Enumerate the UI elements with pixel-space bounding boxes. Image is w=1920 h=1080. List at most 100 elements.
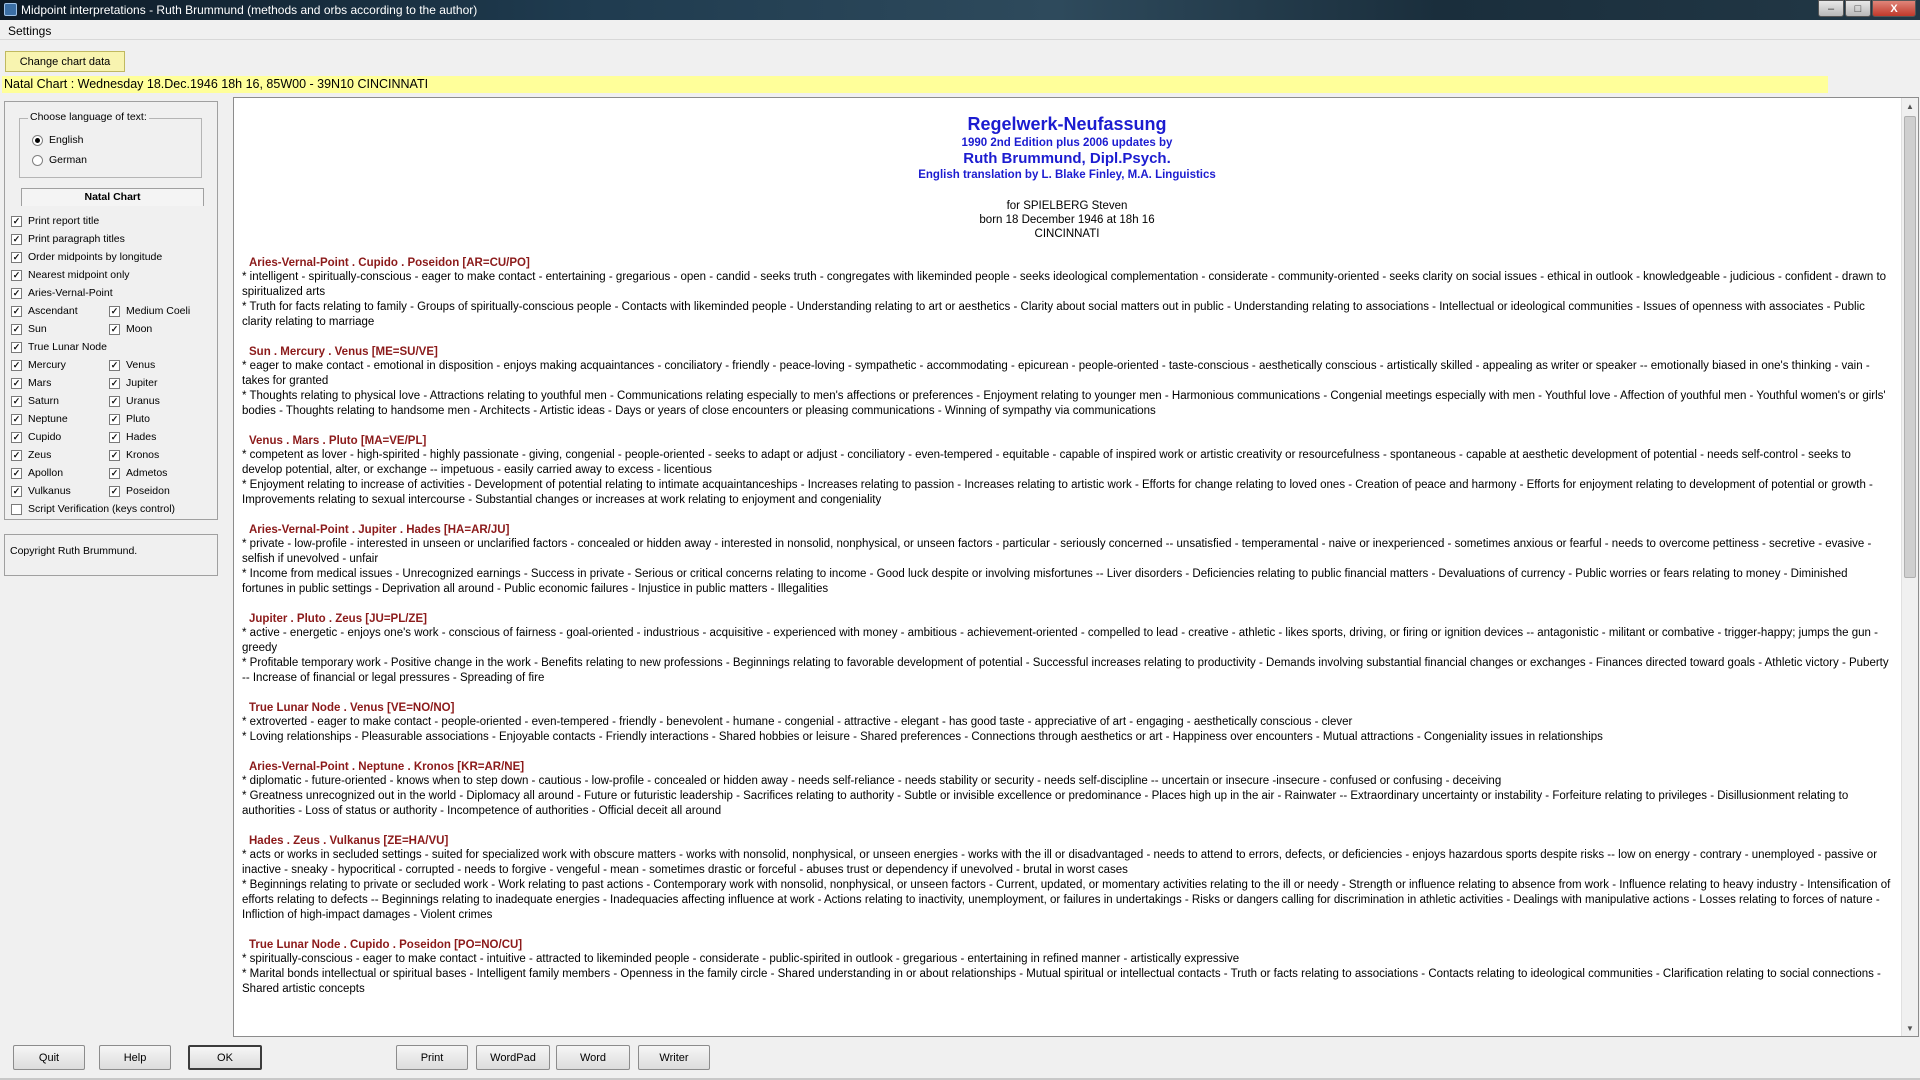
checkmark-icon: ✓ — [11, 395, 22, 407]
close-button[interactable]: X — [1872, 0, 1916, 17]
report-place: CINCINNATI — [1034, 228, 1100, 240]
checkbox-sun[interactable]: ✓ Sun — [11, 323, 47, 335]
radio-english-label: English — [49, 134, 84, 146]
checkmark-icon: ✓ — [109, 305, 120, 317]
checkbox-jupiter[interactable]: ✓ Jupiter — [109, 377, 158, 389]
midpoint-text: * active - energetic - enjoys one's work… — [242, 627, 1878, 654]
checkbox-nearest-midpoint-only[interactable]: ✓ Nearest midpoint only — [11, 269, 130, 281]
midpoint-text: * Profitable temporary work - Positive c… — [242, 657, 1889, 684]
change-chart-data-button[interactable]: Change chart data — [5, 51, 125, 72]
midpoint-text: * Marital bonds intellectual or spiritua… — [242, 968, 1881, 995]
midpoint-text: * extroverted - eager to make contact - … — [242, 716, 1353, 728]
report-content: Regelwerk-Neufassung 1990 2nd Edition pl… — [242, 110, 1892, 997]
midpoint-section: True Lunar Node . Venus [VE=NO/NO] * extr… — [242, 702, 1892, 745]
language-legend: Choose language of text: — [28, 111, 149, 123]
midpoint-text: * Enjoyment relating to increase of acti… — [242, 479, 1873, 506]
writer-button[interactable]: Writer — [638, 1045, 710, 1070]
report-author: Ruth Brummund, Dipl.Psych. — [963, 150, 1171, 167]
quit-button[interactable]: Quit — [13, 1045, 85, 1070]
app-icon — [4, 3, 17, 16]
checkmark-icon: ✓ — [109, 359, 120, 371]
checkbox-moon[interactable]: ✓ Moon — [109, 323, 152, 335]
checkmark-icon: ✓ — [11, 413, 22, 425]
menu-settings[interactable]: Settings — [8, 24, 51, 38]
report-title: Regelwerk-Neufassung — [967, 114, 1167, 134]
checkbox-label: Zeus — [28, 449, 52, 461]
scroll-down-icon[interactable]: ▼ — [1902, 1020, 1918, 1036]
radio-german[interactable]: German — [32, 154, 87, 166]
checkbox-label: Apollon — [28, 467, 64, 479]
ok-button[interactable]: OK — [188, 1045, 262, 1070]
checkbox-zeus[interactable]: ✓ Zeus — [11, 449, 51, 461]
midpoint-section: Hades . Zeus . Vulkanus [ZE=HA/VU] * acts… — [242, 835, 1892, 923]
checkbox-label: Medium Coeli — [126, 305, 191, 317]
menu-bar: Settings — [0, 20, 1920, 40]
minimize-button[interactable]: – — [1818, 0, 1844, 17]
checkbox-vulkanus[interactable]: ✓ Vulkanus — [11, 485, 71, 497]
maximize-button[interactable]: □ — [1845, 0, 1871, 17]
wordpad-button[interactable]: WordPad — [476, 1045, 550, 1070]
midpoint-section: True Lunar Node . Cupido . Poseidon [PO=… — [242, 939, 1892, 997]
chart-info-bar: Natal Chart : Wednesday 18.Dec.1946 18h … — [2, 76, 1828, 93]
checkbox-label: Mars — [28, 377, 52, 389]
checkbox-uranus[interactable]: ✓ Uranus — [109, 395, 160, 407]
midpoint-text: * Beginnings relating to private or secl… — [242, 879, 1891, 921]
checkmark-icon: ✓ — [109, 485, 120, 497]
checkbox-neptune[interactable]: ✓ Neptune — [11, 413, 68, 425]
checkbox-label: Script Verification (keys control) — [28, 503, 176, 515]
midpoint-text: * eager to make contact - emotional in d… — [242, 360, 1870, 387]
midpoint-title: Aries-Vernal-Point . Cupido . Poseidon [… — [249, 257, 530, 269]
checkmark-icon: ✓ — [109, 431, 120, 443]
window-title: Midpoint interpretations - Ruth Brummund… — [21, 3, 478, 17]
help-button[interactable]: Help — [99, 1045, 171, 1070]
checkbox-kronos[interactable]: ✓ Kronos — [109, 449, 159, 461]
window-controls: – □ X — [1817, 0, 1916, 18]
midpoint-title: Sun . Mercury . Venus [ME=SU/VE] — [249, 346, 438, 358]
checkbox-venus[interactable]: ✓ Venus — [109, 359, 155, 371]
options-panel: Choose language of text: English German … — [4, 101, 218, 520]
checkbox-label: Sun — [28, 323, 47, 335]
scroll-up-icon[interactable]: ▲ — [1902, 98, 1918, 114]
checkbox-saturn[interactable]: ✓ Saturn — [11, 395, 59, 407]
print-button[interactable]: Print — [396, 1045, 468, 1070]
scroll-thumb[interactable] — [1904, 116, 1916, 578]
midpoint-title: Venus . Mars . Pluto [MA=VE/PL] — [249, 435, 427, 447]
radio-english[interactable]: English — [32, 134, 83, 146]
checkbox-print-report-title[interactable]: ✓ Print report title — [11, 215, 99, 227]
report-viewer[interactable]: Regelwerk-Neufassung 1990 2nd Edition pl… — [233, 97, 1919, 1037]
radio-german-label: German — [49, 154, 87, 166]
checkbox-mars[interactable]: ✓ Mars — [11, 377, 51, 389]
checkbox-print-paragraph-titles[interactable]: ✓ Print paragraph titles — [11, 233, 125, 245]
checkbox-label: Jupiter — [126, 377, 158, 389]
checkmark-icon: ✓ — [11, 305, 22, 317]
checkbox-hades[interactable]: ✓ Hades — [109, 431, 156, 443]
midpoint-title: Jupiter . Pluto . Zeus [JU=PL/ZE] — [249, 613, 427, 625]
checkbox-medium-coeli[interactable]: ✓ Medium Coeli — [109, 305, 190, 317]
checkbox-apollon[interactable]: ✓ Apollon — [11, 467, 63, 479]
report-scrollbar[interactable]: ▲ ▼ — [1901, 98, 1918, 1036]
report-for: for SPIELBERG Steven — [1006, 200, 1128, 212]
checkbox-mercury[interactable]: ✓ Mercury — [11, 359, 66, 371]
checkbox-ascendant[interactable]: ✓ Ascendant — [11, 305, 78, 317]
midpoint-list: Aries-Vernal-Point . Cupido . Poseidon [… — [242, 257, 1892, 997]
word-button[interactable]: Word — [556, 1045, 630, 1070]
checkbox-cupido[interactable]: ✓ Cupido — [11, 431, 61, 443]
checkbox-empty-icon — [11, 503, 22, 515]
checkbox-script-verification-keys-control[interactable]: Script Verification (keys control) — [11, 503, 175, 515]
checkbox-order-midpoints-by-longitude[interactable]: ✓ Order midpoints by longitude — [11, 251, 162, 263]
checkbox-label: Pluto — [126, 413, 150, 425]
checkbox-poseidon[interactable]: ✓ Poseidon — [109, 485, 170, 497]
checkmark-icon: ✓ — [11, 269, 22, 281]
checkbox-label: Cupido — [28, 431, 62, 443]
tab-natal-chart[interactable]: Natal Chart — [21, 188, 204, 206]
checkbox-pluto[interactable]: ✓ Pluto — [109, 413, 150, 425]
midpoint-text: * acts or works in secluded settings - s… — [242, 849, 1878, 876]
checkmark-icon: ✓ — [11, 323, 22, 335]
midpoint-section: Venus . Mars . Pluto [MA=VE/PL] * compete… — [242, 435, 1892, 508]
checkbox-admetos[interactable]: ✓ Admetos — [109, 467, 167, 479]
checkbox-true-lunar-node[interactable]: ✓ True Lunar Node — [11, 341, 107, 353]
checkbox-label: Poseidon — [126, 485, 170, 497]
checkbox-aries-vernal-point[interactable]: ✓ Aries-Vernal-Point — [11, 287, 113, 299]
checkbox-label: Hades — [126, 431, 157, 443]
checkbox-label: Saturn — [28, 395, 59, 407]
